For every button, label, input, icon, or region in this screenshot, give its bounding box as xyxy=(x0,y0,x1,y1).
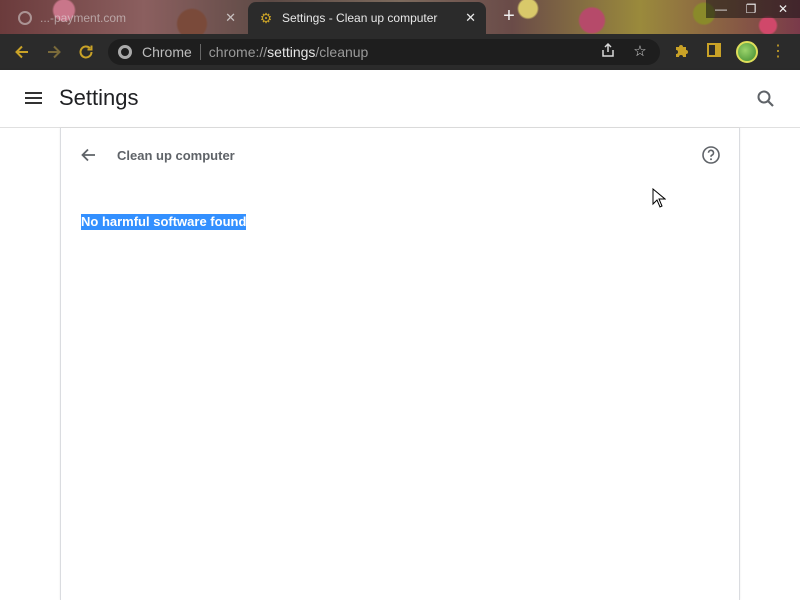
tab-title: Settings - Clean up computer xyxy=(282,11,438,25)
settings-header: Settings xyxy=(0,70,800,128)
scan-result-text: No harmful software found xyxy=(81,214,247,230)
share-icon[interactable] xyxy=(598,42,618,62)
bookmark-star-icon[interactable]: ☆ xyxy=(630,42,650,62)
settings-gear-icon: ⚙ xyxy=(259,10,273,26)
tab-favicon-icon xyxy=(18,11,32,25)
omnibox-divider xyxy=(199,44,201,60)
tab-close-icon[interactable]: ✕ xyxy=(225,10,236,26)
chrome-logo-icon xyxy=(118,45,132,59)
url-host: settings xyxy=(267,44,316,60)
url-text: chrome://settings/cleanup xyxy=(209,44,369,60)
back-icon xyxy=(15,45,28,59)
help-icon[interactable] xyxy=(701,145,721,165)
minimize-button[interactable]: — xyxy=(706,0,736,18)
reload-button[interactable] xyxy=(76,42,96,62)
tab-close-icon[interactable]: ✕ xyxy=(465,10,476,26)
tab-payment[interactable]: ...-payment.com ✕ xyxy=(8,4,246,32)
new-tab-button[interactable]: + xyxy=(498,6,520,28)
back-arrow-icon[interactable] xyxy=(79,145,99,165)
url-scheme: chrome:// xyxy=(208,44,268,60)
tab-settings[interactable]: ⚙ Settings - Clean up computer ✕ xyxy=(248,2,486,34)
url-path: /cleanup xyxy=(315,44,369,60)
search-icon[interactable] xyxy=(754,87,778,111)
page-title: Settings xyxy=(59,85,139,110)
more-menu-icon[interactable]: ⋮ xyxy=(768,42,788,62)
site-label: Chrome xyxy=(142,44,192,60)
back-button[interactable] xyxy=(12,42,32,62)
browser-toolbar: Chrome chrome://settings/cleanup ☆ ⋮ xyxy=(0,34,800,70)
tab-title: ...-payment.com xyxy=(40,11,127,25)
profile-avatar[interactable] xyxy=(736,41,758,63)
close-window-button[interactable]: ✕ xyxy=(766,0,800,18)
forward-button[interactable] xyxy=(44,42,64,62)
reload-icon xyxy=(79,45,93,59)
tab-strip: ...-payment.com ✕ ⚙ Settings - Clean up … xyxy=(0,0,800,34)
side-panel-icon[interactable] xyxy=(704,42,724,62)
forward-icon xyxy=(48,45,61,59)
hamburger-menu-icon[interactable] xyxy=(24,89,44,109)
extensions-puzzle-icon[interactable] xyxy=(672,42,692,62)
section-title: Clean up computer xyxy=(117,148,235,163)
restore-button[interactable]: ❐ xyxy=(736,0,766,18)
cleanup-card: Clean up computer No harmful software fo… xyxy=(60,128,740,600)
address-bar[interactable]: Chrome chrome://settings/cleanup ☆ xyxy=(108,39,660,65)
mouse-cursor-icon xyxy=(652,187,667,208)
